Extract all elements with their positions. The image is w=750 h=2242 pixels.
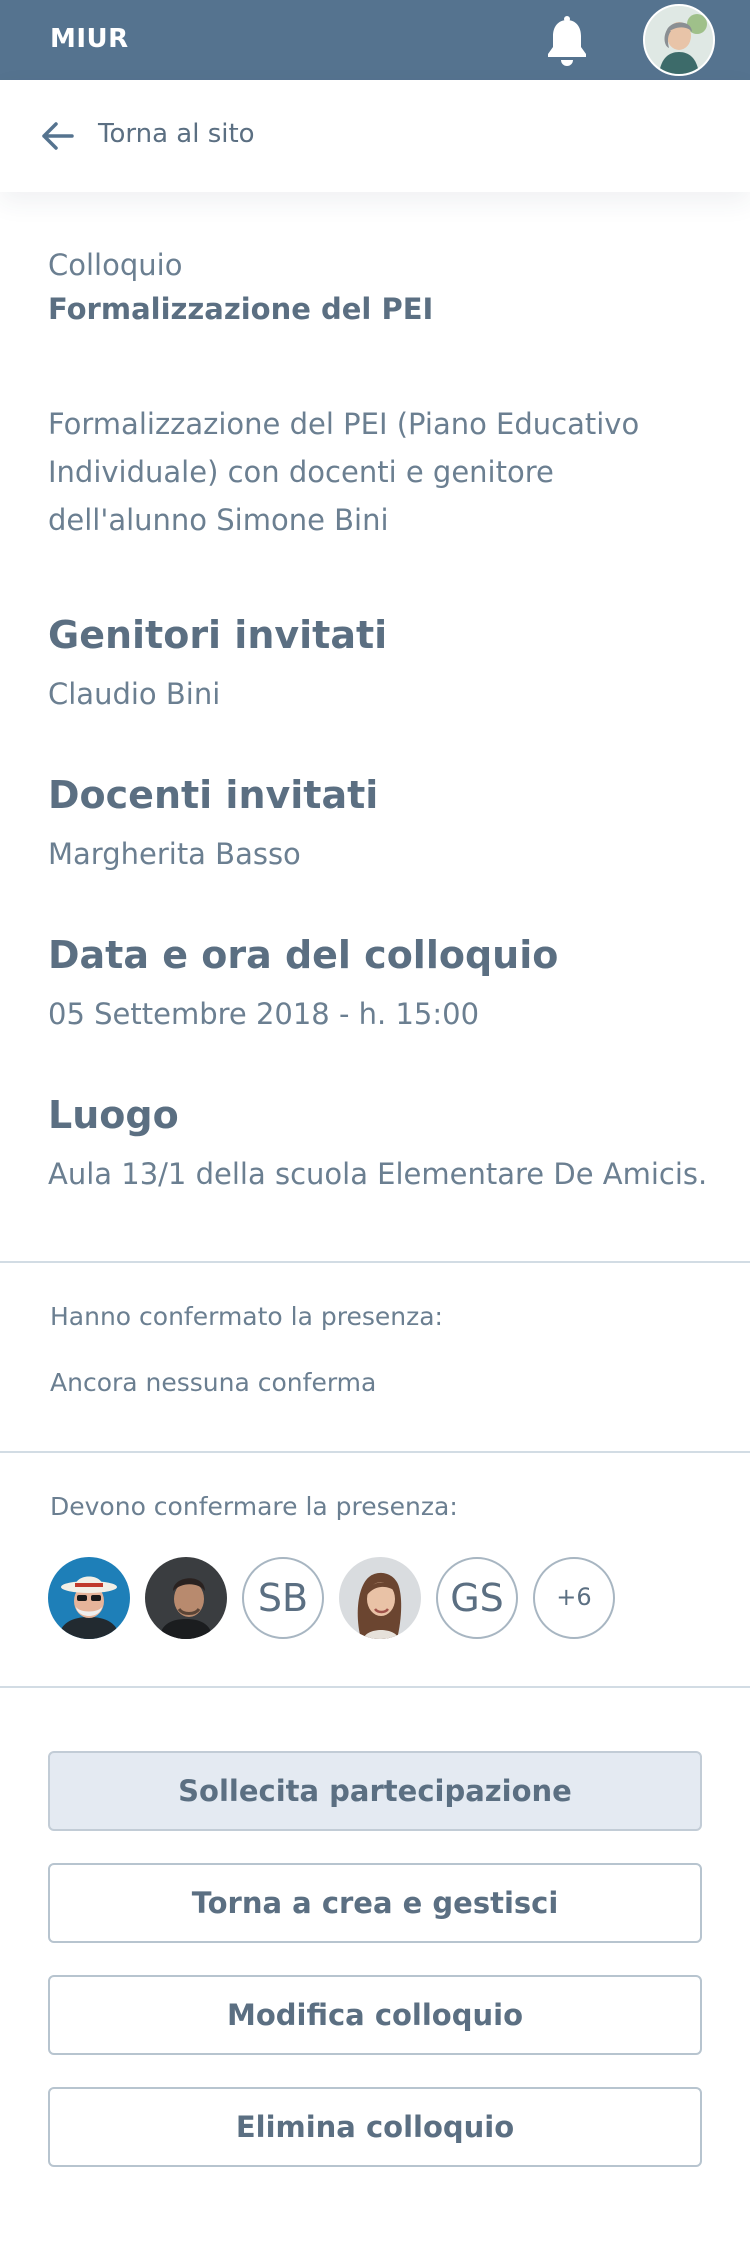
- datetime-value: 05 Settembre 2018 - h. 15:00: [48, 997, 480, 1031]
- avatar-man-dark[interactable]: [145, 1557, 227, 1639]
- back-to-site-link[interactable]: Torna al sito: [0, 80, 750, 192]
- divider: [0, 1261, 750, 1263]
- parents-heading: Genitori invitati: [48, 613, 388, 657]
- more-participants-badge[interactable]: +6: [533, 1557, 615, 1639]
- confirmed-value: Ancora nessuna conferma: [50, 1368, 377, 1397]
- avatar-woman[interactable]: [339, 1557, 421, 1639]
- top-bar: MIUR: [0, 0, 750, 80]
- teachers-heading: Docenti invitati: [48, 773, 379, 817]
- divider: [0, 1451, 750, 1453]
- avatar-man-hat[interactable]: [48, 1557, 130, 1639]
- back-to-manage-button[interactable]: Torna a crea e gestisci: [48, 1863, 702, 1943]
- remind-participation-button[interactable]: Sollecita partecipazione: [48, 1751, 702, 1831]
- confirmed-label: Hanno confermato la presenza:: [50, 1302, 443, 1331]
- pending-label: Devono confermare la presenza:: [50, 1492, 458, 1521]
- teachers-value: Margherita Basso: [48, 837, 301, 871]
- meeting-description: Formalizzazione del PEI (Piano Educativo…: [48, 407, 640, 537]
- place-heading: Luogo: [48, 1093, 179, 1137]
- delete-meeting-button[interactable]: Elimina colloquio: [48, 2087, 702, 2167]
- avatar-initials-gs[interactable]: GS: [436, 1557, 518, 1639]
- user-avatar[interactable]: [643, 4, 715, 76]
- bell-icon[interactable]: [544, 16, 590, 68]
- parents-value: Claudio Bini: [48, 677, 221, 711]
- back-to-site-label: Torna al sito: [98, 119, 255, 149]
- place-value: Aula 13/1 della scuola Elementare De Ami…: [48, 1157, 708, 1191]
- brand-label: MIUR: [50, 24, 129, 54]
- datetime-heading: Data e ora del colloquio: [48, 933, 559, 977]
- avatar-initials-sb[interactable]: SB: [242, 1557, 324, 1639]
- arrow-left-icon: [42, 122, 74, 150]
- meeting-title: Formalizzazione del PEI: [48, 292, 434, 326]
- edit-meeting-button[interactable]: Modifica colloquio: [48, 1975, 702, 2055]
- divider: [0, 1686, 750, 1688]
- meeting-type: Colloquio: [48, 248, 183, 282]
